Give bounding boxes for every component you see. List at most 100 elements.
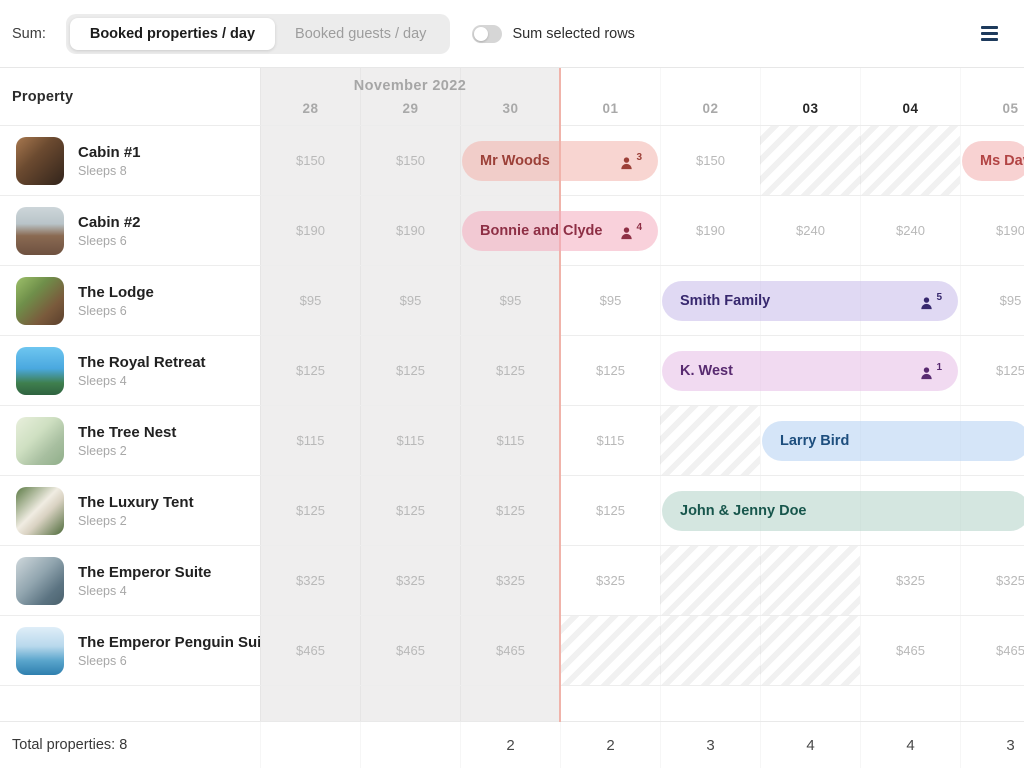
day-cell[interactable]: $325 <box>260 546 360 615</box>
day-cell[interactable]: $125 <box>360 336 460 405</box>
day-header-04: 04 <box>860 68 960 125</box>
property-thumbnail <box>16 487 64 535</box>
day-cell[interactable]: $115 <box>460 406 560 475</box>
booking-pill[interactable]: Smith Family5 <box>662 281 958 321</box>
day-cell[interactable]: $190 <box>260 196 360 265</box>
property-rows: Cabin #1Sleeps 8$150$150$150Mr Woods3Ms … <box>0 126 1024 686</box>
day-cell[interactable]: $125 <box>260 336 360 405</box>
day-cell[interactable]: $115 <box>360 406 460 475</box>
day-cell[interactable]: $125 <box>360 476 460 545</box>
day-cell[interactable]: $115 <box>260 406 360 475</box>
day-total: 4 <box>760 722 860 768</box>
day-cell[interactable]: $325 <box>860 546 960 615</box>
day-cell[interactable]: $240 <box>760 196 860 265</box>
day-cell <box>960 686 1024 721</box>
day-cell[interactable]: $325 <box>560 546 660 615</box>
property-row-header[interactable]: Cabin #1 Sleeps 8 <box>0 126 260 195</box>
day-cell[interactable]: $465 <box>260 616 360 685</box>
booking-pill[interactable]: Mr Woods3 <box>462 141 658 181</box>
guest-icon <box>919 366 934 381</box>
property-column-header: Property <box>0 68 260 125</box>
day-cell[interactable]: $150 <box>360 126 460 195</box>
day-total: 2 <box>560 722 660 768</box>
unavailable-cell <box>760 546 860 615</box>
day-cell[interactable]: $125 <box>260 476 360 545</box>
sum-selected-rows-toggle[interactable] <box>472 25 502 43</box>
day-cell[interactable]: $465 <box>860 616 960 685</box>
day-cell[interactable]: $190 <box>660 196 760 265</box>
day-header-30: 30 <box>460 68 560 125</box>
booking-pill[interactable]: John & Jenny Doe <box>662 491 1024 531</box>
day-cell[interactable]: $95 <box>360 266 460 335</box>
day-cell[interactable]: $325 <box>460 546 560 615</box>
day-cell[interactable]: $95 <box>560 266 660 335</box>
hamburger-icon[interactable] <box>981 22 998 45</box>
day-cell[interactable]: $125 <box>960 336 1024 405</box>
day-cell <box>760 686 860 721</box>
property-row-header[interactable]: The Emperor Penguin SuiteSleeps 6 <box>0 616 260 685</box>
day-cell[interactable]: $190 <box>360 196 460 265</box>
property-row: The Emperor Penguin SuiteSleeps 6$465$46… <box>0 616 1024 686</box>
day-cell[interactable]: $95 <box>460 266 560 335</box>
property-thumbnail <box>16 137 64 185</box>
day-cell[interactable]: $465 <box>360 616 460 685</box>
property-info: The Emperor Penguin SuiteSleeps 6 <box>78 634 260 668</box>
day-cell[interactable]: $150 <box>660 126 760 195</box>
day-cell[interactable]: $325 <box>960 546 1024 615</box>
day-cell[interactable]: $95 <box>260 266 360 335</box>
day-cell[interactable]: $125 <box>460 336 560 405</box>
property-sleeps: Sleeps 6 <box>78 304 154 318</box>
unavailable-cell <box>660 406 760 475</box>
day-cell[interactable]: $240 <box>860 196 960 265</box>
property-thumbnail <box>16 207 64 255</box>
day-header-02: 02 <box>660 68 760 125</box>
property-thumbnail <box>16 347 64 395</box>
segment-button[interactable]: Booked guests / day <box>275 18 446 50</box>
property-row-header[interactable]: The Luxury TentSleeps 2 <box>0 476 260 545</box>
property-info: Cabin #1 Sleeps 8 <box>78 144 141 178</box>
day-cell[interactable]: $465 <box>460 616 560 685</box>
unavailable-cell <box>760 126 860 195</box>
property-row: The Royal RetreatSleeps 4$125$125$125$12… <box>0 336 1024 406</box>
booking-pill[interactable]: Ms Dav <box>962 141 1024 181</box>
property-row-header[interactable]: The LodgeSleeps 6 <box>0 266 260 335</box>
day-cell[interactable]: $115 <box>560 406 660 475</box>
day-cell[interactable]: $125 <box>560 336 660 405</box>
property-row-header[interactable]: The Tree NestSleeps 2 <box>0 406 260 475</box>
day-cell[interactable]: $95 <box>960 266 1024 335</box>
booking-guest-name: Bonnie and Clyde <box>480 223 602 239</box>
property-row-header[interactable]: The Emperor SuiteSleeps 4 <box>0 546 260 615</box>
property-row: Cabin #2Sleeps 6$190$190$190$240$240$190… <box>0 196 1024 266</box>
day-cell <box>260 686 360 721</box>
day-cell[interactable]: $125 <box>560 476 660 545</box>
property-thumbnail <box>16 627 64 675</box>
day-cell[interactable]: $465 <box>960 616 1024 685</box>
day-total <box>260 722 360 768</box>
day-cell <box>560 686 660 721</box>
property-row: The Luxury TentSleeps 2$125$125$125$125J… <box>0 476 1024 546</box>
day-header-03: 03 <box>760 68 860 125</box>
property-name: The Tree Nest <box>78 424 176 441</box>
booking-pill[interactable]: Bonnie and Clyde4 <box>462 211 658 251</box>
property-name: The Royal Retreat <box>78 354 206 371</box>
day-cell[interactable]: $190 <box>960 196 1024 265</box>
sum-label: Sum: <box>12 26 46 42</box>
unavailable-cell <box>860 126 960 195</box>
property-info: The Tree NestSleeps 2 <box>78 424 176 458</box>
day-total: 3 <box>660 722 760 768</box>
property-name: Cabin #1 <box>78 144 141 161</box>
booking-calendar: Property November 2022 2829300102030405 … <box>0 68 1024 768</box>
property-info: The LodgeSleeps 6 <box>78 284 154 318</box>
property-row-header[interactable]: The Royal RetreatSleeps 4 <box>0 336 260 405</box>
segment-button[interactable]: Booked properties / day <box>70 18 275 50</box>
booking-pill[interactable]: K. West1 <box>662 351 958 391</box>
property-row-header[interactable]: Cabin #2Sleeps 6 <box>0 196 260 265</box>
guest-count-badge: 5 <box>919 292 942 311</box>
day-cell[interactable]: $325 <box>360 546 460 615</box>
day-cell[interactable]: $125 <box>460 476 560 545</box>
property-sleeps: Sleeps 8 <box>78 164 141 178</box>
property-sleeps: Sleeps 6 <box>78 654 260 668</box>
toggle-label: Sum selected rows <box>512 26 635 42</box>
day-cell[interactable]: $150 <box>260 126 360 195</box>
booking-pill[interactable]: Larry Bird <box>762 421 1024 461</box>
